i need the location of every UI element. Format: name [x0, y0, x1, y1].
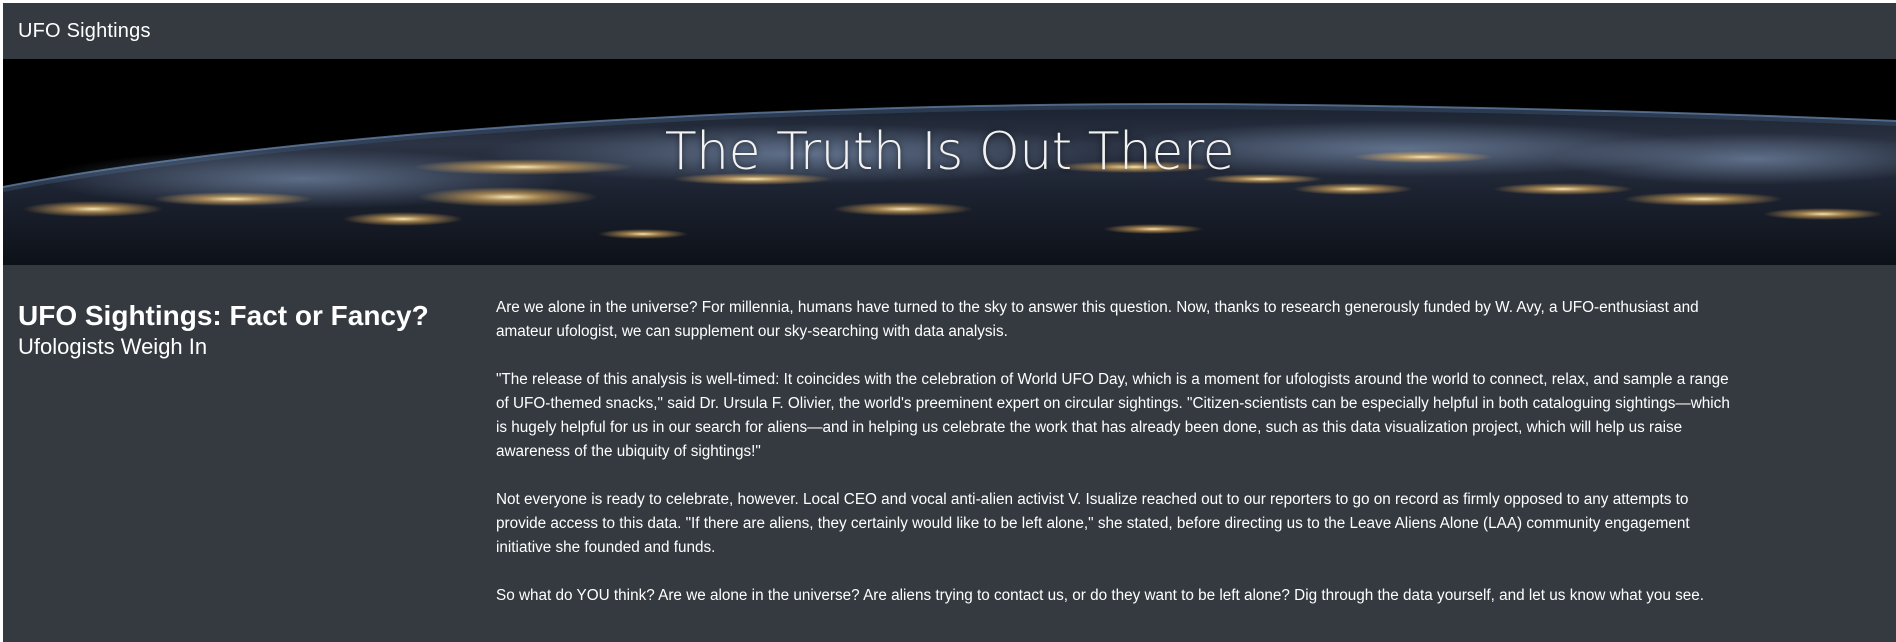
page-frame: UFO Sightings The Truth Is Out There UFO… [3, 3, 1896, 642]
article-subheading: Ufologists Weigh In [18, 334, 208, 359]
navbar-brand-link[interactable]: UFO Sightings [18, 20, 151, 43]
main-content: UFO Sightings: Fact or Fancy? Ufologists… [3, 265, 1896, 642]
article-paragraph: Are we alone in the universe? For millen… [496, 299, 1699, 340]
article-paragraph: So what do YOU think? Are we alone in th… [496, 587, 1705, 604]
article-sidebar: UFO Sightings: Fact or Fancy? Ufologists… [18, 299, 458, 361]
article-paragraph: "The release of this analysis is well-ti… [496, 371, 1730, 460]
hero-title: The Truth Is Out There [664, 122, 1235, 182]
article-paragraph: Not everyone is ready to celebrate, howe… [496, 491, 1690, 556]
navbar: UFO Sightings [3, 3, 1896, 59]
hero-banner: The Truth Is Out There [3, 59, 1896, 265]
article-heading: UFO Sightings: Fact or Fancy? [18, 300, 429, 331]
article-body: Are we alone in the universe? For millen… [496, 296, 1741, 632]
